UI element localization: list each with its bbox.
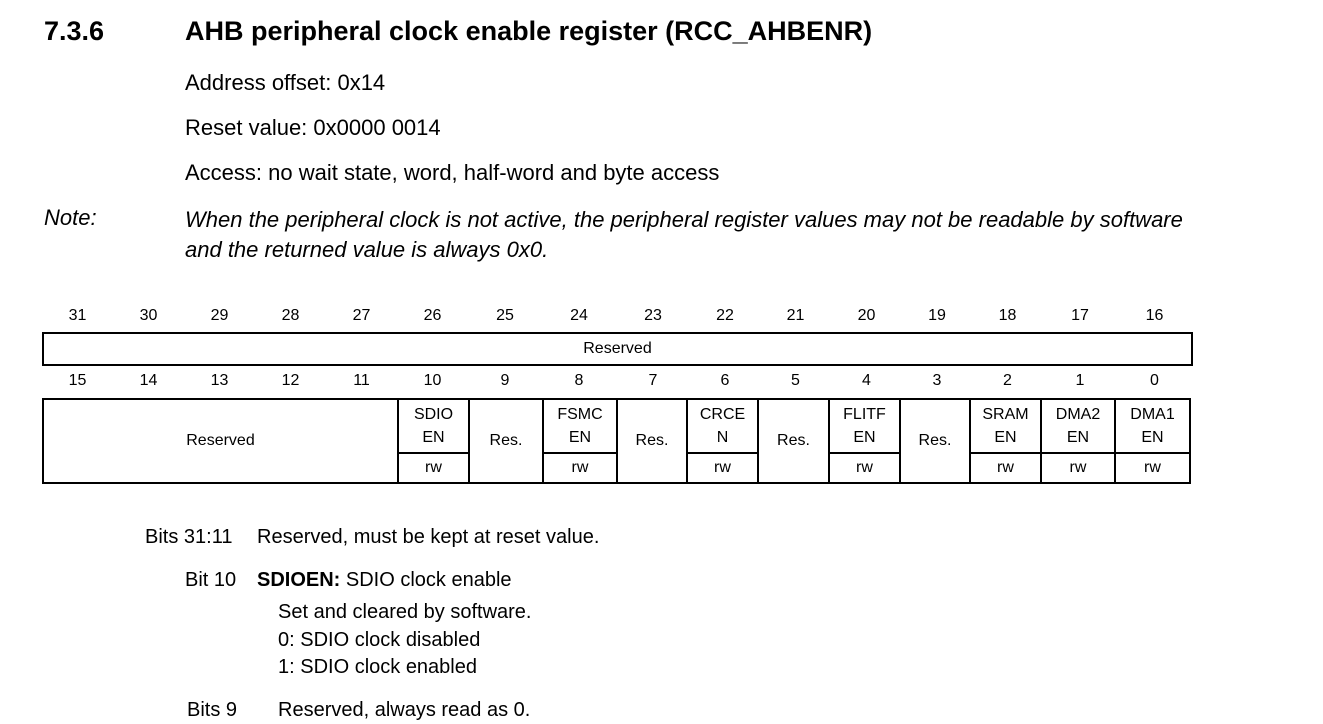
bit-number: 5	[791, 372, 800, 389]
bit-number: 3	[932, 372, 942, 389]
bit-number: 15	[68, 372, 87, 389]
reserved-bit-5: Res.	[757, 398, 830, 484]
bit-10-line: 1: SDIO clock enabled	[278, 656, 477, 678]
field-name-line: EN	[422, 429, 445, 446]
reserved-bit-3: Res.	[899, 398, 971, 484]
bits-9-label: Bits 9	[187, 699, 238, 721]
bit-number: 13	[210, 372, 229, 389]
bit-10-line: Set and cleared by software.	[278, 601, 532, 623]
section-title: AHB peripheral clock enable register (RC…	[185, 16, 873, 46]
field-name-line: FSMC	[557, 406, 603, 423]
bit-number: 20	[857, 307, 876, 324]
bit-number: 1	[1075, 372, 1085, 389]
reserved-bit-7: Res.	[616, 398, 688, 484]
bit-number: 29	[210, 307, 229, 324]
field-name-line: SRAM	[982, 406, 1029, 423]
field-name-line: DMA1	[1130, 406, 1175, 423]
fsmcen-field: FSMC EN	[542, 398, 618, 454]
access-info: Access: no wait state, word, half-word a…	[185, 160, 720, 185]
bit-number: 21	[786, 307, 805, 324]
field-name-line: SDIO	[413, 406, 454, 423]
field-name-line: CRCE	[699, 406, 746, 423]
bits-9-text: Reserved, always read as 0.	[278, 699, 531, 721]
bit-number: 8	[574, 372, 584, 389]
field-name-line: EN	[1141, 429, 1164, 446]
bit-10-line: 0: SDIO clock disabled	[278, 629, 481, 651]
bit-10-title: SDIO clock enable	[340, 569, 512, 591]
bit-number: 0	[1150, 372, 1159, 389]
bit-number: 16	[1145, 307, 1164, 324]
flitfen-field: FLITF EN	[828, 398, 901, 454]
bit-number: 14	[139, 372, 158, 389]
bit-number: 9	[500, 372, 510, 389]
dma2en-access: rw	[1040, 452, 1116, 484]
field-name-line: N	[716, 429, 729, 446]
sdioen-access: rw	[397, 452, 470, 484]
bit-numbers-low: 15 14 13 12 11 10 9 8 7 6 5 4 3 2 1 0	[42, 369, 1192, 393]
bit-number: 11	[353, 372, 370, 389]
field-name-line: EN	[994, 429, 1017, 446]
note-text: When the peripheral clock is not active,…	[185, 207, 1183, 262]
address-offset: Address offset: 0x14	[185, 70, 386, 95]
bit-number: 6	[720, 372, 730, 389]
sdioen-field: SDIO EN	[397, 398, 470, 454]
bit-10-label: Bit 10	[185, 569, 237, 591]
field-name-line: EN	[1066, 429, 1090, 446]
bit-number: 18	[998, 307, 1017, 324]
bit-number: 2	[1003, 372, 1012, 389]
bit-10-heading: SDIOEN: SDIO clock enable	[257, 569, 512, 592]
bits-31-11-text: Reserved, must be kept at reset value.	[257, 526, 600, 548]
reserved-field-high: Reserved	[42, 332, 1193, 366]
bit-number: 27	[352, 307, 371, 324]
bit-10-field-name: SDIOEN:	[257, 569, 341, 591]
sramen-access: rw	[969, 452, 1042, 484]
note-label: Note:	[44, 205, 97, 230]
bit-number: 28	[281, 307, 300, 324]
bit-number: 22	[716, 307, 734, 324]
bit-number: 23	[644, 307, 662, 324]
bit-number: 25	[496, 307, 514, 324]
bit-number: 26	[423, 307, 442, 324]
bit-number: 4	[862, 372, 871, 389]
bit-number: 30	[139, 307, 158, 324]
bit-number: 7	[648, 372, 658, 389]
bit-number: 12	[281, 372, 300, 389]
field-name-line: DMA2	[1055, 406, 1101, 423]
dma1en-access: rw	[1114, 452, 1191, 484]
reserved-bit-9: Res.	[468, 398, 544, 484]
reserved-field-low: Reserved	[42, 398, 399, 484]
dma1en-field: DMA1 EN	[1114, 398, 1191, 454]
dma2en-field: DMA2 EN	[1040, 398, 1116, 454]
bit-numbers-high: 31 30 29 28 27 26 25 24 23 22 21 20 19 1…	[42, 304, 1192, 328]
bit-number: 17	[1071, 307, 1089, 324]
crcen-field: CRCE N	[686, 398, 759, 454]
field-name-line: FLITF	[843, 406, 886, 423]
bit-number: 24	[570, 307, 588, 324]
crcen-access: rw	[686, 452, 759, 484]
reset-value: Reset value: 0x0000 0014	[185, 115, 441, 140]
bits-31-11-label: Bits 31:11	[145, 526, 233, 548]
bit-number: 31	[68, 307, 87, 324]
register-high-row: Reserved	[42, 332, 1193, 366]
fsmcen-access: rw	[542, 452, 618, 484]
bit-number: 19	[928, 307, 946, 324]
register-low-row: Reserved SDIO EN Res. FSMC EN Res. CRCE N R…	[42, 398, 1191, 484]
sramen-field: SRAM EN	[969, 398, 1042, 454]
section-number: 7.3.6	[44, 16, 105, 46]
bit-number: 10	[423, 372, 442, 389]
flitfen-access: rw	[828, 452, 901, 484]
field-name-line: EN	[568, 429, 592, 446]
field-name-line: EN	[853, 429, 876, 446]
